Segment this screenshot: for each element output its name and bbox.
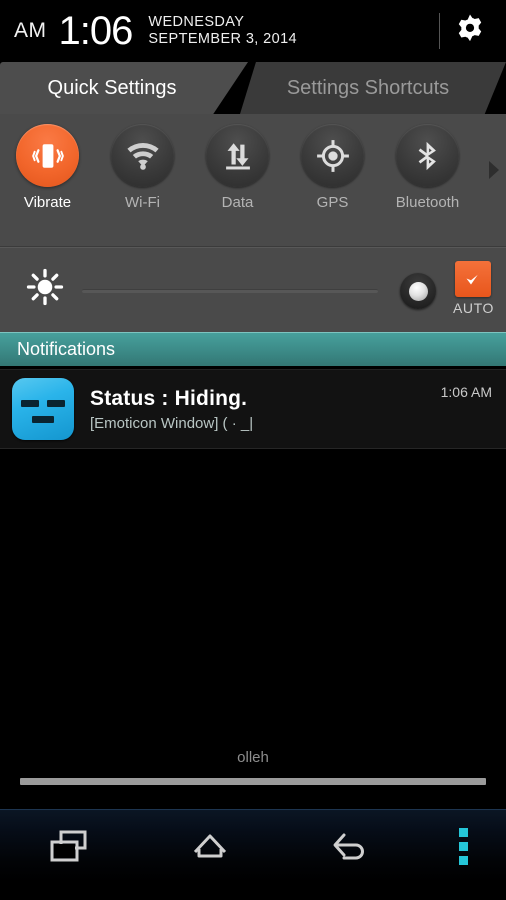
menu-dot xyxy=(458,841,468,851)
shade-empty-area xyxy=(0,449,506,743)
nav-recents-button[interactable] xyxy=(0,810,140,882)
face-mouth xyxy=(32,416,54,423)
tile-circle xyxy=(111,124,174,187)
shade-drag-handle[interactable] xyxy=(20,778,486,785)
notification-item[interactable]: Status : Hiding. [Emoticon Window] ( · _… xyxy=(0,369,506,449)
weekday-label: WEDNESDAY xyxy=(148,14,245,30)
tile-data[interactable]: Data xyxy=(190,124,285,211)
handle-spacer xyxy=(0,785,506,809)
notification-shade: AM 1:06 WEDNESDAY SEPTEMBER 3, 2014 Sett… xyxy=(0,0,506,900)
menu-dot xyxy=(458,827,468,837)
settings-button[interactable] xyxy=(448,9,492,53)
notification-subtitle: [Emoticon Window] ( · _| xyxy=(90,414,254,432)
tile-bluetooth[interactable]: Bluetooth xyxy=(380,124,475,211)
recents-icon xyxy=(50,830,87,862)
tab-label: Quick Settings xyxy=(47,76,177,99)
brightness-sun-icon xyxy=(26,268,64,306)
tile-circle xyxy=(16,124,79,187)
slider-thumb-knob xyxy=(408,281,428,301)
gps-icon xyxy=(316,139,349,172)
date-block: WEDNESDAY SEPTEMBER 3, 2014 xyxy=(148,14,297,48)
brightness-row: AUTO xyxy=(0,247,506,332)
carrier-label: olleh xyxy=(237,749,269,766)
auto-label: AUTO xyxy=(452,300,494,316)
tile-circle xyxy=(301,124,364,187)
notifications-title: Notifications xyxy=(17,339,116,359)
clock-ampm: AM xyxy=(14,19,47,42)
tile-wifi[interactable]: Wi-Fi xyxy=(95,124,190,211)
date-label: SEPTEMBER 3, 2014 xyxy=(148,31,298,47)
brightness-icon-wrap xyxy=(26,268,64,311)
chevron-right-icon xyxy=(489,161,499,179)
face-eye-left xyxy=(21,400,39,407)
tile-label: Data xyxy=(221,194,254,211)
wifi-icon xyxy=(126,142,159,170)
menu-dot xyxy=(458,855,468,865)
tile-label: Vibrate xyxy=(23,194,72,211)
home-icon xyxy=(193,834,227,858)
quick-settings-tiles: Vibrate Wi-Fi Data GPS Bluetooth xyxy=(0,114,506,246)
auto-checkbox[interactable] xyxy=(455,261,492,297)
tab-settings-shortcuts[interactable]: Settings Shortcuts xyxy=(240,62,506,114)
tile-gps[interactable]: GPS xyxy=(285,124,380,211)
bluetooth-icon xyxy=(418,141,436,170)
gear-icon xyxy=(458,14,482,42)
auto-brightness-toggle[interactable]: AUTO xyxy=(453,261,494,316)
tile-circle xyxy=(396,124,459,187)
notification-text: Status : Hiding. [Emoticon Window] ( · _… xyxy=(90,387,441,432)
tile-label: Wi-Fi xyxy=(125,194,160,211)
tab-label: Settings Shortcuts xyxy=(286,76,450,99)
tiles-scroll-right-button[interactable] xyxy=(485,158,501,187)
tile-circle xyxy=(206,124,269,187)
nav-back-button[interactable] xyxy=(280,810,420,882)
notifications-header: Notifications xyxy=(0,332,506,366)
clock-time: 1:06 xyxy=(58,9,134,53)
quick-settings-panel: Vibrate Wi-Fi Data GPS Bluetooth AUTO xyxy=(0,114,506,332)
back-icon xyxy=(333,833,364,860)
brightness-slider-track[interactable] xyxy=(82,289,378,293)
shade-drag-handle-wrap[interactable] xyxy=(0,766,506,785)
status-header: AM 1:06 WEDNESDAY SEPTEMBER 3, 2014 xyxy=(0,0,506,62)
notification-title: Status : Hiding. xyxy=(90,386,248,410)
face-eye-right xyxy=(47,400,65,407)
overflow-menu-icon xyxy=(458,827,468,865)
tile-label: Bluetooth xyxy=(395,194,460,211)
tab-quick-settings[interactable]: Quick Settings xyxy=(0,62,248,114)
tile-label: GPS xyxy=(316,194,349,211)
data-sync-icon xyxy=(225,142,250,169)
nav-menu-button[interactable] xyxy=(420,810,506,882)
navigation-bar xyxy=(0,809,506,882)
notification-time: 1:06 AM xyxy=(440,384,492,400)
tile-vibrate[interactable]: Vibrate xyxy=(0,124,95,211)
checkmark-icon xyxy=(466,271,481,285)
vibrate-icon xyxy=(31,143,64,168)
tab-bar: Settings Shortcuts Quick Settings xyxy=(0,62,506,114)
nav-home-button[interactable] xyxy=(140,810,280,882)
header-divider xyxy=(439,13,440,49)
brightness-slider-thumb[interactable] xyxy=(400,273,436,309)
emoticon-face-icon xyxy=(12,378,74,440)
